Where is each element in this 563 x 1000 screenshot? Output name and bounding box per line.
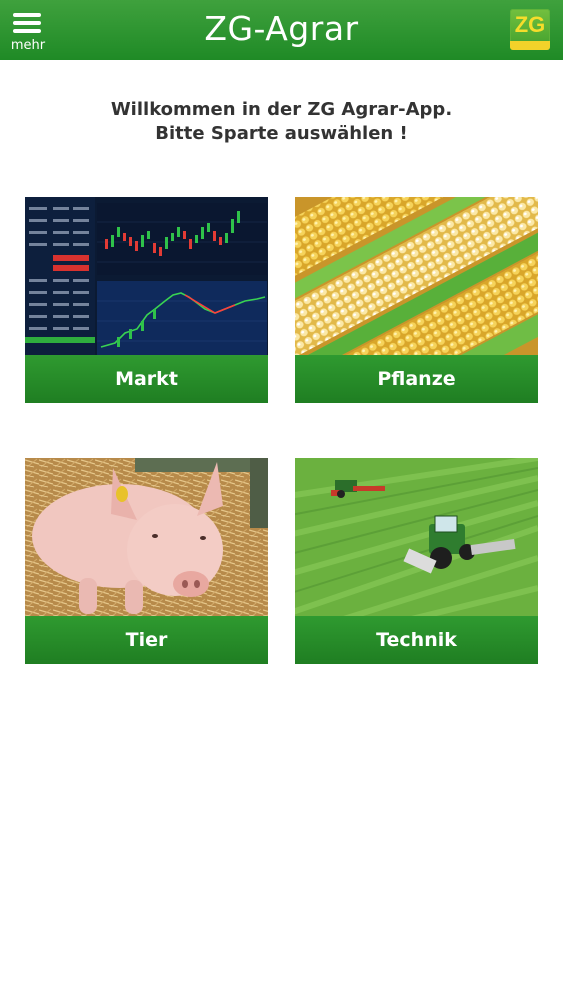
tile-tier[interactable]: Tier	[25, 458, 268, 665]
zg-logo[interactable]: ZG	[510, 9, 550, 50]
tile-label: Markt	[25, 355, 268, 403]
pig-image	[25, 458, 268, 616]
corn-image	[295, 197, 538, 355]
welcome-message: Willkommen in der ZG Agrar-App. Bitte Sp…	[0, 98, 563, 146]
logo-stripe	[510, 41, 550, 50]
tile-label: Tier	[25, 616, 268, 664]
tile-markt[interactable]: Markt	[25, 197, 268, 404]
tile-pflanze[interactable]: Pflanze	[295, 197, 538, 404]
tile-technik[interactable]: Technik	[295, 458, 538, 665]
logo-text: ZG	[514, 12, 546, 37]
app-header: mehr ZG-Agrar ZG	[0, 0, 563, 60]
tractor-field-image	[295, 458, 538, 616]
tile-label: Pflanze	[295, 355, 538, 403]
stock-chart-image	[25, 197, 268, 355]
welcome-line-1: Willkommen in der ZG Agrar-App.	[110, 99, 453, 120]
tile-label: Technik	[295, 616, 538, 664]
app-title: ZG-Agrar	[204, 9, 359, 48]
welcome-line-2: Bitte Sparte auswählen !	[155, 123, 408, 144]
